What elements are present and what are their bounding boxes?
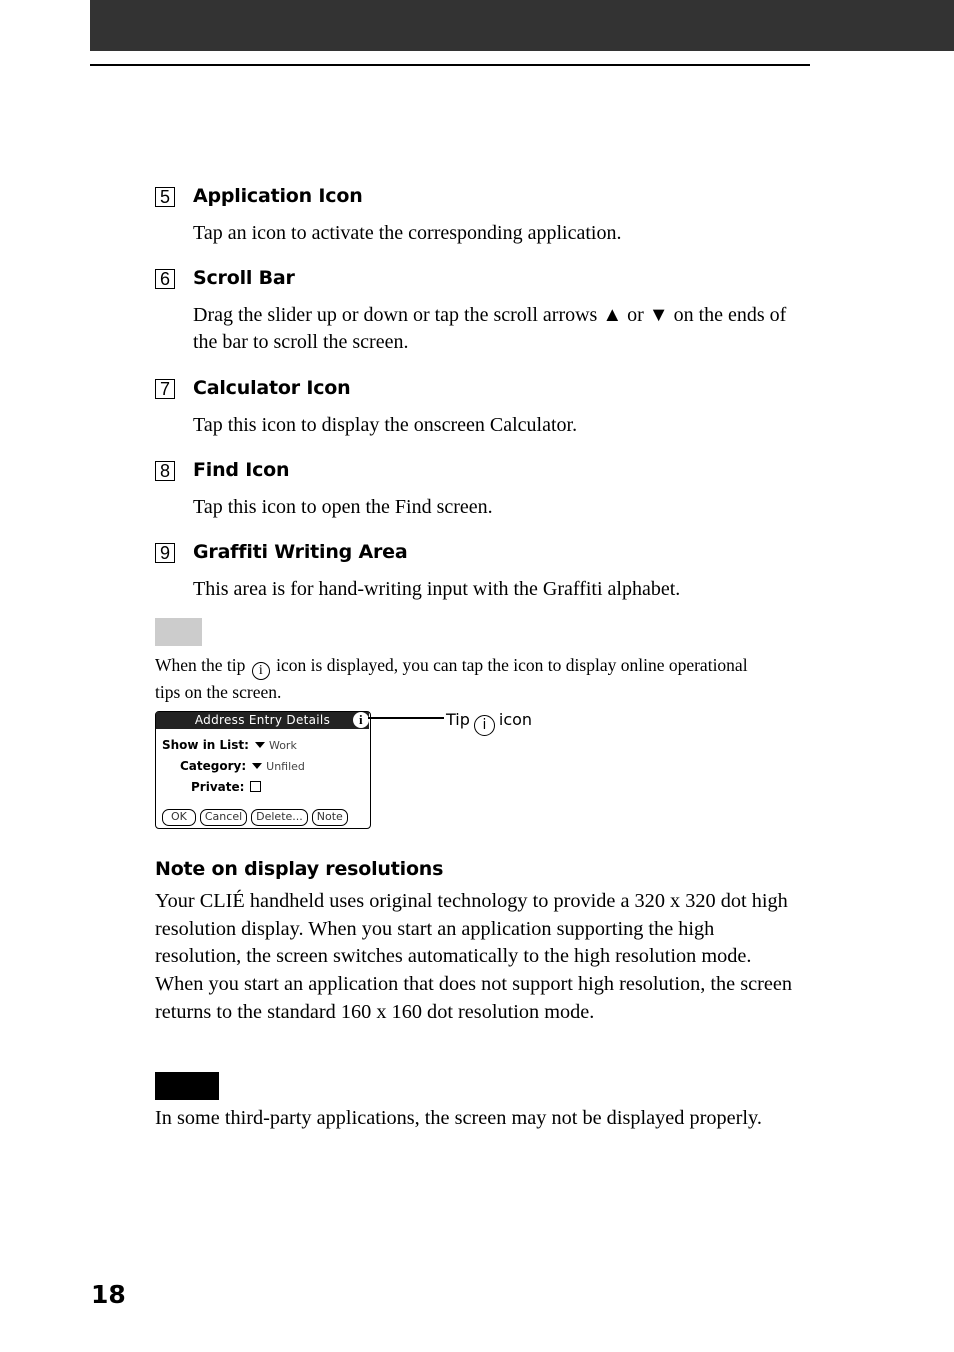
item-description: Tap this icon to open the Find screen. [193,496,493,518]
ok-button[interactable]: OK [162,809,196,826]
callout-prefix: Tip [446,710,470,729]
category-value[interactable]: Unfiled [266,760,305,773]
callout-suffix: icon [498,710,533,729]
category-row: Category: Unfiled [180,759,305,773]
tip-label-box [155,618,202,646]
item-title: Find Icon [193,459,290,481]
private-checkbox[interactable] [250,781,262,792]
private-row: Private: [191,780,262,794]
dropdown-triangle-icon[interactable] [254,742,265,748]
address-entry-details-dialog: Address Entry Details i Show in List: Wor… [155,711,371,829]
item-description: Tap this icon to display the onscreen Ca… [193,414,578,436]
dialog-title: Address Entry Details [194,713,331,727]
dialog-buttons: OK Cancel Delete... Note [162,805,352,826]
info-icon: i [473,715,495,736]
item-number: 7 [155,379,175,399]
header-bar [90,0,954,51]
private-label: Private: [191,780,245,794]
show-in-list-label: Show in List: [162,738,249,752]
tip-text-before: When the tip [155,655,246,675]
page-number: 18 [91,1280,126,1309]
tip-icon-callout: Tip i icon [446,710,532,736]
section-heading: Note on display resolutions [155,858,444,880]
show-in-list-row: Show in List: Work [162,738,297,752]
note-label-box [155,1072,219,1100]
header-rule [90,64,810,66]
delete-button[interactable]: Delete... [251,809,308,826]
note-body: In some third-party applications, the sc… [155,1107,762,1129]
dropdown-triangle-icon[interactable] [252,763,263,769]
item-number: 5 [155,187,175,207]
item-title: Scroll Bar [193,267,295,289]
item-description: Drag the slider up or down or tap the sc… [193,304,787,353]
info-icon: i [251,662,270,680]
cancel-button[interactable]: Cancel [199,809,248,826]
callout-leader-line [368,717,444,719]
note-button[interactable]: Note [311,809,348,826]
category-label: Category: [180,759,247,773]
show-in-list-value[interactable]: Work [269,739,297,752]
tip-info-icon[interactable]: i [353,712,369,728]
item-title: Graffiti Writing Area [193,541,408,563]
item-number: 8 [155,461,175,481]
item-number: 9 [155,543,175,563]
item-description: Tap an icon to activate the correspondin… [193,222,622,244]
dialog-title-bar: Address Entry Details i [156,712,369,729]
item-title: Application Icon [193,185,363,207]
section-body: Your CLIÉ handheld uses original technol… [155,890,793,1023]
tip-text: When the tip i icon is displayed, you ca… [155,653,775,704]
item-number: 6 [155,269,175,289]
item-description: This area is for hand-writing input with… [193,578,681,600]
item-title: Calculator Icon [193,377,351,399]
